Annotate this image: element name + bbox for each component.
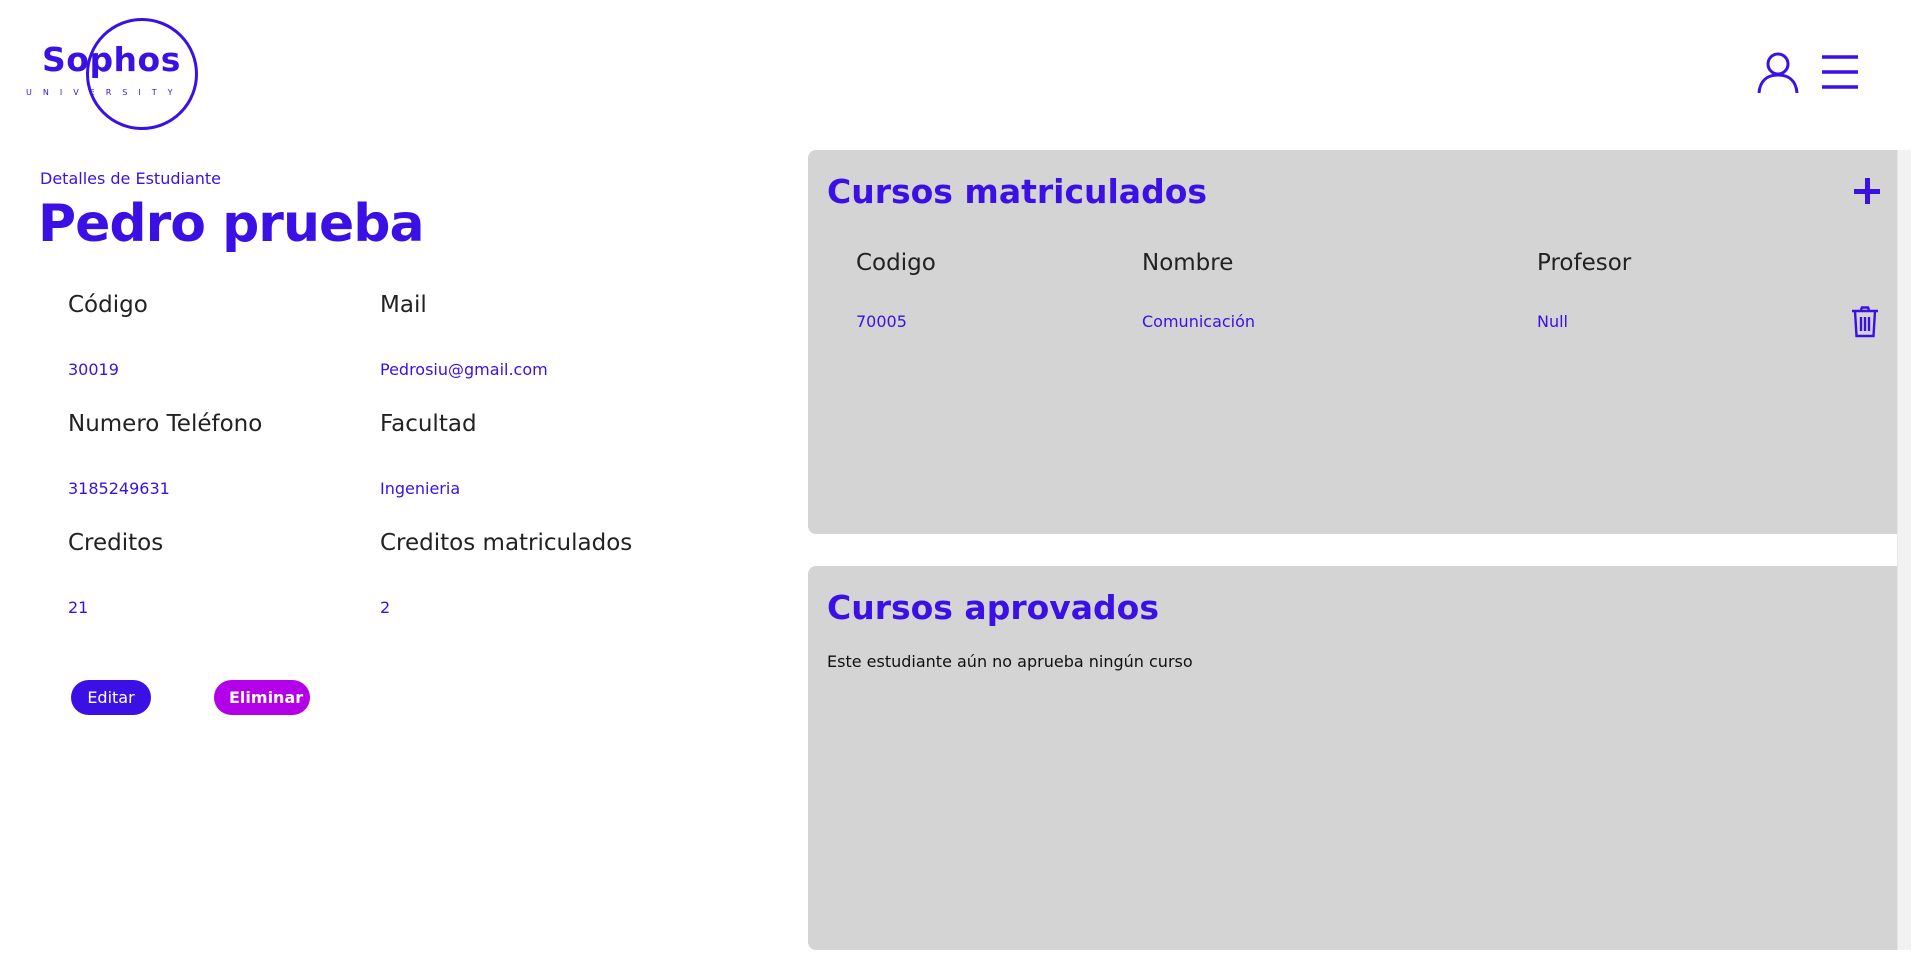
enrolled-courses-panel: Cursos matriculados Codigo Nombre Profes… bbox=[808, 150, 1898, 534]
logo-subtitle: UNIVERSITY bbox=[26, 88, 184, 97]
user-icon[interactable] bbox=[1756, 50, 1800, 94]
student-details: Código 30019 Mail Pedrosiu@gmail.com Num… bbox=[68, 292, 688, 649]
field-mail: Mail Pedrosiu@gmail.com bbox=[380, 292, 688, 411]
column-header-codigo: Codigo bbox=[856, 250, 936, 276]
field-label: Numero Teléfono bbox=[68, 411, 263, 437]
field-value: 30019 bbox=[68, 360, 119, 379]
approved-courses-panel: Cursos aprovados Este estudiante aún no … bbox=[808, 566, 1898, 950]
field-label: Creditos matriculados bbox=[380, 530, 633, 556]
empty-state-message: Este estudiante aún no aprueba ningún cu… bbox=[827, 652, 1193, 671]
header-actions bbox=[1756, 50, 1862, 94]
field-value: Ingenieria bbox=[380, 479, 461, 498]
cell-nombre: Comunicación bbox=[1142, 312, 1256, 331]
column-header-profesor: Profesor bbox=[1537, 250, 1632, 276]
field-value: 21 bbox=[68, 598, 89, 617]
field-label: Creditos bbox=[68, 530, 164, 556]
add-course-icon[interactable] bbox=[1854, 178, 1882, 206]
cell-profesor: Null bbox=[1537, 312, 1568, 331]
cell-codigo: 70005 bbox=[856, 312, 907, 331]
field-creditos-matriculados: Creditos matriculados 2 bbox=[380, 530, 688, 649]
field-value: 3185249631 bbox=[68, 479, 170, 498]
column-header-nombre: Nombre bbox=[1142, 250, 1234, 276]
field-label: Mail bbox=[380, 292, 427, 318]
delete-button[interactable]: Eliminar bbox=[214, 680, 310, 715]
scrollbar[interactable] bbox=[1897, 150, 1911, 950]
field-label: Facultad bbox=[380, 411, 477, 437]
edit-button[interactable]: Editar bbox=[71, 680, 151, 715]
field-codigo: Código 30019 bbox=[68, 292, 380, 411]
field-value: Pedrosiu@gmail.com bbox=[380, 360, 548, 379]
sophos-logo[interactable]: Sophos UNIVERSITY bbox=[26, 18, 198, 130]
logo-text: Sophos bbox=[42, 40, 181, 79]
field-telefono: Numero Teléfono 3185249631 bbox=[68, 411, 380, 530]
hamburger-menu-icon[interactable] bbox=[1818, 50, 1862, 94]
approved-courses-title: Cursos aprovados bbox=[827, 588, 1159, 627]
field-creditos: Creditos 21 bbox=[68, 530, 380, 649]
field-value: 2 bbox=[380, 598, 391, 617]
field-label: Código bbox=[68, 292, 148, 318]
enrolled-courses-title: Cursos matriculados bbox=[827, 172, 1208, 211]
page-title: Pedro prueba bbox=[38, 194, 425, 254]
breadcrumb: Detalles de Estudiante bbox=[40, 169, 222, 188]
field-facultad: Facultad Ingenieria bbox=[380, 411, 688, 530]
trash-icon[interactable] bbox=[1850, 306, 1880, 338]
